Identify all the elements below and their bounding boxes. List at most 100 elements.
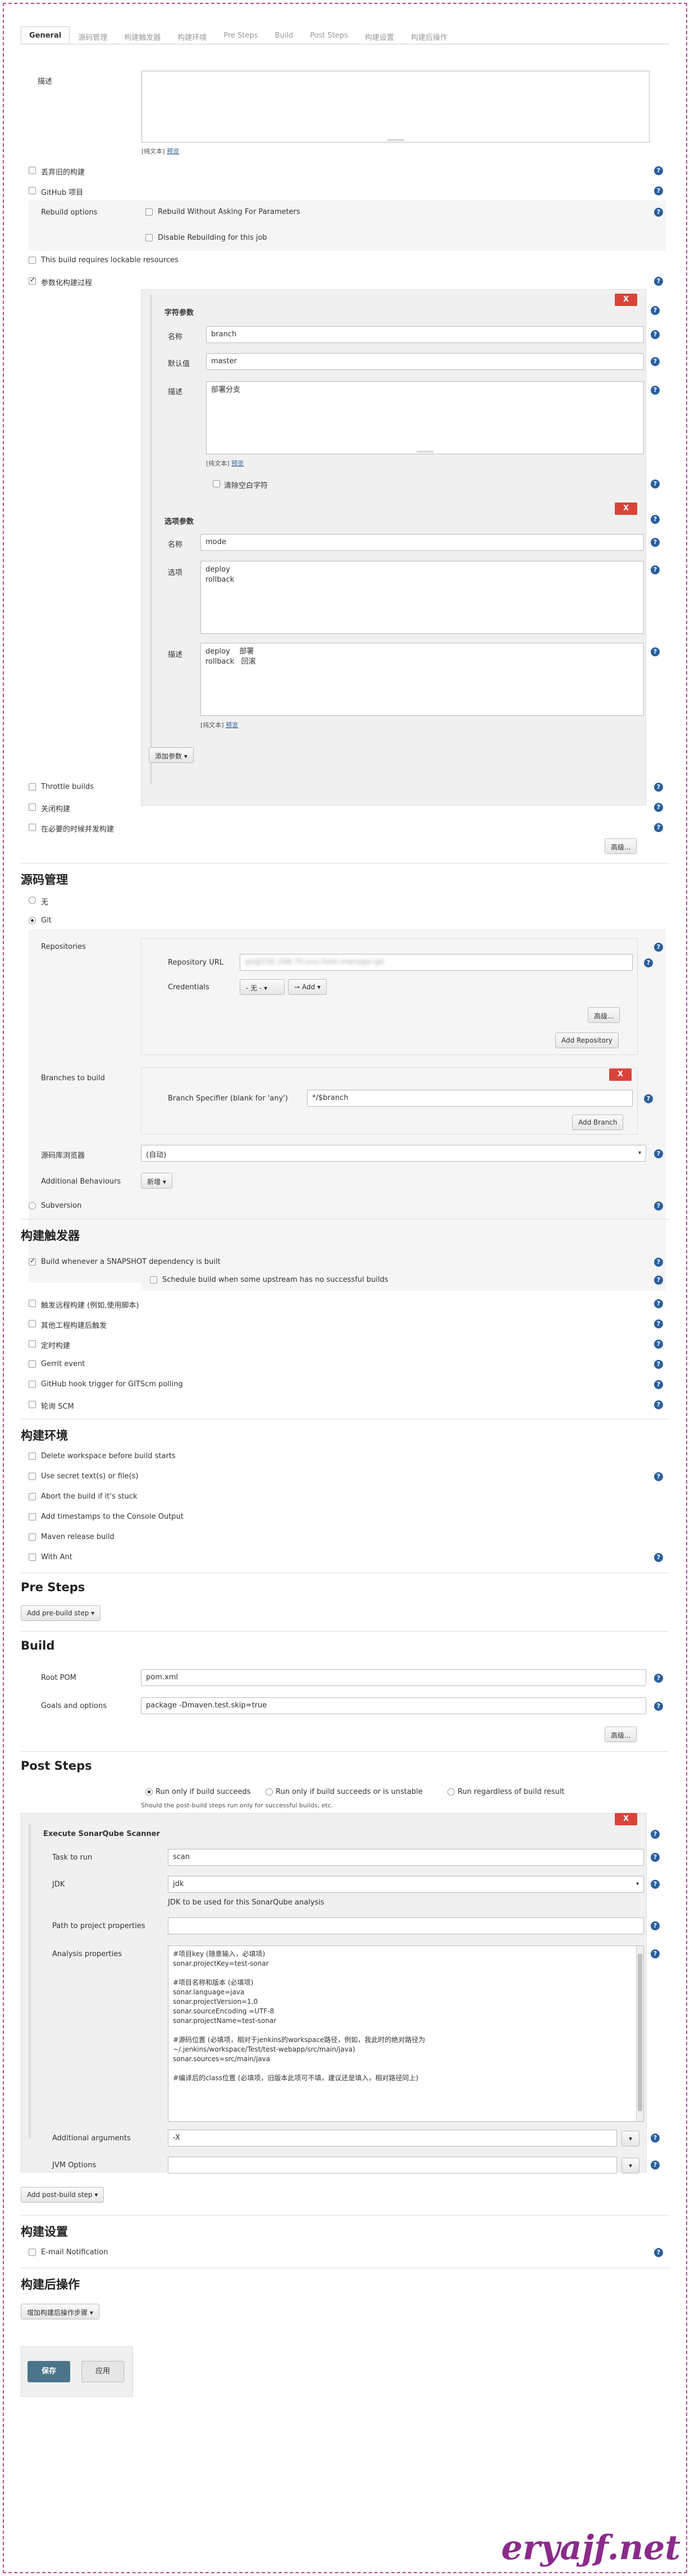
github-hook-checkbox[interactable] bbox=[29, 1381, 36, 1388]
help-icon[interactable]: ? bbox=[651, 515, 660, 524]
concurrent-checkbox[interactable] bbox=[29, 824, 36, 831]
apply-button[interactable]: 应用 bbox=[81, 2361, 124, 2382]
delete-branch-button[interactable]: X bbox=[609, 1068, 632, 1081]
help-icon[interactable]: ? bbox=[654, 1472, 663, 1481]
help-icon[interactable]: ? bbox=[644, 958, 653, 967]
delete-choice-param-button[interactable]: X bbox=[615, 503, 637, 515]
help-icon[interactable]: ? bbox=[654, 166, 663, 175]
help-icon[interactable]: ? bbox=[651, 1880, 660, 1889]
string-name-input[interactable]: branch bbox=[206, 326, 644, 343]
help-icon[interactable]: ? bbox=[651, 306, 660, 315]
periodic-checkbox[interactable] bbox=[29, 1340, 36, 1348]
branch-spec-input[interactable]: */$branch bbox=[307, 1090, 633, 1107]
repo-advanced-button[interactable]: 高级... bbox=[588, 1007, 620, 1023]
description-textarea[interactable] bbox=[141, 71, 650, 143]
secret-checkbox[interactable] bbox=[29, 1473, 36, 1480]
disable-checkbox[interactable] bbox=[29, 803, 36, 811]
tab-8[interactable]: 构建后操作 bbox=[403, 26, 456, 44]
choice-desc-textarea[interactable]: deploy 部署 rollback 回滚 bbox=[200, 643, 644, 716]
expand-icon[interactable]: ▾ bbox=[622, 2158, 639, 2173]
trim-checkbox[interactable] bbox=[213, 480, 220, 487]
parameterized-checkbox[interactable] bbox=[29, 276, 36, 285]
add-post-build-action-button[interactable]: 增加构建后操作步骤 ▾ bbox=[21, 2304, 99, 2319]
tab-7[interactable]: 构建设置 bbox=[357, 26, 403, 44]
help-icon[interactable]: ? bbox=[654, 943, 663, 952]
scm-git-radio[interactable] bbox=[29, 917, 36, 924]
add-behaviour-button[interactable]: 新增 ▾ bbox=[141, 1173, 172, 1189]
help-icon[interactable]: ? bbox=[654, 1319, 663, 1328]
repo-browser-select[interactable]: (自动) ▾ bbox=[141, 1145, 646, 1162]
help-icon[interactable]: ? bbox=[654, 186, 663, 195]
scm-subversion-radio[interactable] bbox=[29, 1202, 36, 1209]
schedule-checkbox[interactable] bbox=[150, 1276, 157, 1284]
discard-checkbox[interactable] bbox=[29, 167, 36, 174]
post-opt3-radio[interactable] bbox=[447, 1788, 455, 1796]
expand-icon[interactable]: ▾ bbox=[622, 2131, 639, 2146]
help-icon[interactable]: ? bbox=[654, 1553, 663, 1562]
with-ant-checkbox[interactable] bbox=[29, 1554, 36, 1561]
tab-5[interactable]: Build bbox=[266, 26, 301, 44]
lockable-checkbox[interactable] bbox=[29, 257, 36, 264]
help-icon[interactable]: ? bbox=[654, 1149, 663, 1158]
abort-checkbox[interactable] bbox=[29, 1493, 36, 1500]
delete-sonar-step-button[interactable]: X bbox=[615, 1813, 637, 1825]
help-icon[interactable]: ? bbox=[651, 330, 660, 339]
goals-input[interactable]: package -Dmaven.test.skip=true bbox=[141, 1697, 646, 1714]
help-icon[interactable]: ? bbox=[654, 1340, 663, 1349]
preview-link[interactable]: 预览 bbox=[167, 148, 179, 155]
rebuild-opt1-checkbox[interactable] bbox=[145, 208, 153, 216]
scm-none-radio[interactable] bbox=[29, 897, 36, 904]
help-icon[interactable]: ? bbox=[654, 783, 663, 792]
help-icon[interactable]: ? bbox=[654, 1299, 663, 1308]
save-button[interactable]: 保存 bbox=[28, 2361, 70, 2382]
help-icon[interactable]: ? bbox=[654, 1702, 663, 1711]
help-icon[interactable]: ? bbox=[654, 1276, 663, 1285]
post-opt2-radio[interactable] bbox=[266, 1788, 273, 1796]
help-icon[interactable]: ? bbox=[654, 803, 663, 812]
help-icon[interactable]: ? bbox=[654, 277, 663, 286]
choice-options-textarea[interactable]: deploy rollback bbox=[200, 561, 644, 634]
gerrit-checkbox[interactable] bbox=[29, 1360, 36, 1368]
args-input[interactable]: -X bbox=[168, 2130, 617, 2146]
help-icon[interactable]: ? bbox=[654, 208, 663, 217]
help-icon[interactable]: ? bbox=[654, 1360, 663, 1369]
add-branch-button[interactable]: Add Branch bbox=[572, 1115, 624, 1130]
root-pom-input[interactable]: pom.xml bbox=[141, 1669, 646, 1686]
help-icon[interactable]: ? bbox=[654, 823, 663, 832]
analysis-scrollbar[interactable] bbox=[636, 1946, 643, 2121]
choice-name-input[interactable]: mode bbox=[200, 534, 644, 551]
tab-2[interactable]: 构建触发器 bbox=[116, 26, 169, 44]
build-advanced-button[interactable]: 高级... bbox=[605, 1727, 637, 1742]
help-icon[interactable]: ? bbox=[651, 357, 660, 366]
help-icon[interactable]: ? bbox=[651, 1853, 660, 1862]
remote-trigger-checkbox[interactable] bbox=[29, 1300, 36, 1307]
email-checkbox[interactable] bbox=[29, 2249, 36, 2256]
help-icon[interactable]: ? bbox=[651, 1830, 660, 1839]
tab-6[interactable]: Post Steps bbox=[301, 26, 357, 44]
help-icon[interactable]: ? bbox=[654, 1400, 663, 1409]
tab-1[interactable]: 源码管理 bbox=[70, 26, 116, 44]
preview-link[interactable]: 预览 bbox=[226, 721, 238, 729]
string-desc-textarea[interactable]: 部署分支 bbox=[206, 381, 644, 454]
string-default-input[interactable]: master bbox=[206, 353, 644, 370]
general-advanced-button[interactable]: 高级... bbox=[605, 838, 637, 854]
help-icon[interactable]: ? bbox=[654, 1202, 663, 1211]
timestamps-checkbox[interactable] bbox=[29, 1513, 36, 1520]
tab-3[interactable]: 构建环境 bbox=[169, 26, 215, 44]
help-icon[interactable]: ? bbox=[651, 1949, 660, 1958]
help-icon[interactable]: ? bbox=[651, 647, 660, 656]
after-others-checkbox[interactable] bbox=[29, 1320, 36, 1327]
help-icon[interactable]: ? bbox=[651, 479, 660, 488]
help-icon[interactable]: ? bbox=[651, 565, 660, 574]
add-credentials-button[interactable]: ⊸ Add ▾ bbox=[288, 979, 327, 995]
jvm-input[interactable] bbox=[168, 2157, 617, 2173]
help-icon[interactable]: ? bbox=[654, 1380, 663, 1389]
preview-link[interactable]: 预览 bbox=[231, 460, 244, 467]
help-icon[interactable]: ? bbox=[651, 2161, 660, 2169]
github-checkbox[interactable] bbox=[29, 187, 36, 194]
delete-string-param-button[interactable]: X bbox=[615, 294, 637, 306]
throttle-checkbox[interactable] bbox=[29, 783, 36, 791]
maven-release-checkbox[interactable] bbox=[29, 1533, 36, 1541]
poll-scm-checkbox[interactable] bbox=[29, 1401, 36, 1408]
task-input[interactable]: scan bbox=[168, 1849, 644, 1866]
